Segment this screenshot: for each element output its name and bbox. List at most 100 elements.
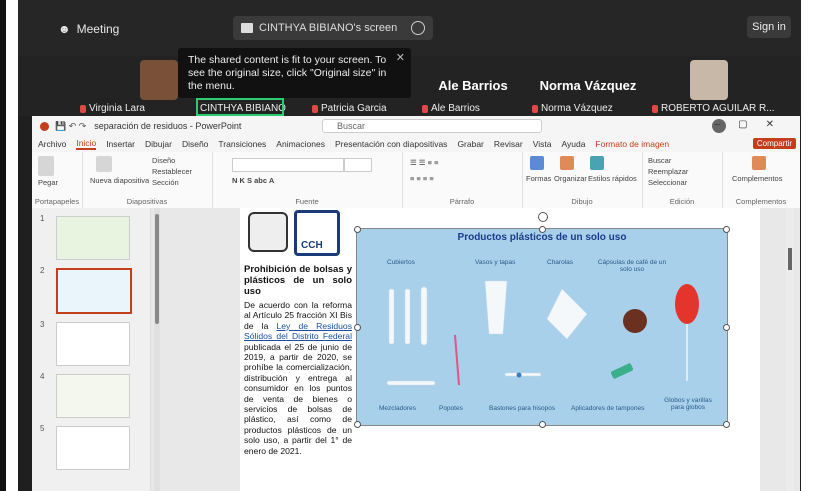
tab-dibujar[interactable]: Dibujar	[145, 139, 172, 149]
list-buttons[interactable]: ☰ ☰ ≡ ≡	[410, 158, 438, 167]
tab-inicio[interactable]: Inicio	[76, 138, 97, 150]
ribbon-tabs: Archivo Inicio Insertar Dibujar Diseño T…	[32, 136, 800, 152]
tab-insertar[interactable]: Insertar	[106, 139, 135, 149]
tab-archivo[interactable]: Archivo	[38, 139, 66, 149]
slide-body-text[interactable]: Prohibición de bolsas y plásticos de un …	[244, 264, 352, 456]
scrollbar-thumb[interactable]	[788, 248, 792, 270]
tab-formato-imagen[interactable]: Formato de imagen	[595, 139, 669, 149]
group-diapositivas: Nueva diapositiva Diseño Restablecer Sec…	[82, 152, 213, 208]
slide-number: 5	[40, 424, 45, 433]
mic-muted-icon	[312, 104, 318, 113]
meeting-label: ☻ Meeting	[58, 22, 119, 36]
slide-thumbnail[interactable]	[56, 322, 130, 366]
resize-handle[interactable]	[723, 421, 730, 428]
font-size-input[interactable]	[344, 158, 372, 172]
active-speaker-outline	[196, 98, 284, 116]
arrange-label: Organizar	[554, 174, 587, 183]
addins-icon[interactable]	[752, 156, 766, 170]
group-portapapeles: Pegar Portapapeles	[32, 152, 83, 208]
slide-thumbnail[interactable]	[56, 216, 130, 260]
participant-display-name: Norma Vázquez	[539, 78, 637, 93]
tab-grabar[interactable]: Grabar	[457, 139, 483, 149]
cch-logo: CCH	[294, 210, 340, 256]
rotate-handle[interactable]	[538, 212, 548, 222]
group-fuente: N K S abc A Fuente	[212, 152, 403, 208]
file-title: separación de residuos - PowerPoint	[94, 121, 242, 131]
slide-thumbnails: 1 2 3 4 5	[32, 208, 151, 491]
arrange-icon[interactable]	[560, 156, 574, 170]
group-label: Portapapeles	[34, 197, 80, 206]
quick-styles-icon[interactable]	[590, 156, 604, 170]
group-label: Párrafo	[449, 197, 475, 206]
group-dibujo: Formas Organizar Estilos rápidos Dibujo	[522, 152, 643, 208]
resize-handle[interactable]	[354, 226, 361, 233]
resize-handle[interactable]	[354, 324, 361, 331]
resize-handle[interactable]	[723, 324, 730, 331]
cch-logo-text: CCH	[301, 240, 323, 251]
slide-thumbnail[interactable]	[56, 374, 130, 418]
slide-thumbnail[interactable]	[56, 268, 132, 314]
participant-tile[interactable]: Norma Vázquez Norma Vázquez	[528, 56, 648, 116]
group-label: Dibujo	[571, 197, 593, 206]
close-icon[interactable]: ✕	[396, 52, 405, 65]
paste-label: Pegar	[38, 178, 59, 187]
reset-button[interactable]: Restablecer	[152, 167, 192, 176]
tab-animaciones[interactable]: Animaciones	[276, 139, 325, 149]
tab-transiciones[interactable]: Transiciones	[218, 139, 266, 149]
screen-icon	[241, 23, 253, 33]
plastics-image[interactable]: Productos plásticos de un solo uso Cubie…	[354, 226, 730, 428]
tab-options-icon[interactable]	[411, 21, 425, 35]
resize-handle[interactable]	[539, 421, 546, 428]
replace-button[interactable]: Reemplazar	[648, 167, 688, 176]
mic-muted-icon	[652, 104, 658, 113]
window-controls[interactable]: –▢✕	[715, 119, 792, 130]
find-button[interactable]: Buscar	[648, 156, 671, 165]
participant-name: Norma Vázquez	[532, 103, 613, 114]
slide-heading: Prohibición de bolsas y plásticos de un …	[244, 264, 352, 297]
font-name-input[interactable]	[232, 158, 344, 172]
tab-revisar[interactable]: Revisar	[494, 139, 523, 149]
select-button[interactable]: Seleccionar	[648, 178, 687, 187]
thumbnail-scrollbar[interactable]	[154, 208, 160, 491]
shapes-icon[interactable]	[530, 156, 544, 170]
align-buttons[interactable]: ≡ ≡ ≡ ≡	[410, 174, 434, 183]
participant-tile[interactable]: ROBERTO AGUILAR R...	[648, 56, 798, 116]
screen-tab-label: CINTHYA BIBIANO's screen	[259, 22, 398, 34]
powerpoint-logo-icon	[40, 121, 49, 131]
share-button[interactable]: Compartir	[752, 138, 796, 149]
editor-area: 1 2 3 4 5 CCH Prohibición de bolsas y pl…	[32, 208, 800, 491]
ppt-title-bar: 💾 ↶ ↷ separación de residuos - PowerPoin…	[32, 116, 800, 136]
participant-name: Patricia Garcia	[312, 103, 387, 114]
signin-button[interactable]: Sign in	[747, 16, 791, 38]
slide-scrollbar[interactable]	[786, 208, 794, 491]
shapes-label: Formas	[526, 174, 552, 183]
section-button[interactable]: Sección	[152, 178, 179, 187]
group-label: Fuente	[295, 197, 319, 206]
new-slide-label[interactable]: Nueva diapositiva	[90, 176, 149, 185]
participant-tile[interactable]: Ale Barrios Ale Barrios	[418, 56, 528, 116]
resize-handle[interactable]	[539, 226, 546, 233]
paste-icon[interactable]	[38, 156, 54, 176]
screen-share-tab[interactable]: CINTHYA BIBIANO's screen	[233, 16, 433, 40]
label-vasos: Vasos y tapas	[475, 259, 516, 266]
tab-presentacion[interactable]: Presentación con diapositivas	[335, 139, 447, 149]
search-box[interactable]: Buscar	[322, 119, 542, 133]
tooltip-text: The shared content is fit to your screen…	[188, 54, 387, 92]
quick-access-toolbar[interactable]: 💾 ↶ ↷	[55, 121, 86, 132]
format-buttons[interactable]: N K S abc A	[232, 176, 274, 185]
new-slide-icon[interactable]	[96, 156, 112, 172]
tab-vista[interactable]: Vista	[533, 139, 552, 149]
avatar	[140, 60, 178, 100]
resize-handle[interactable]	[354, 421, 361, 428]
resize-handle[interactable]	[723, 226, 730, 233]
tab-diseno[interactable]: Diseño	[182, 139, 208, 149]
paragraph-rest: publicada el 25 de junio de 2019, a part…	[244, 341, 352, 456]
slide-thumbnail[interactable]	[56, 426, 130, 470]
mic-muted-icon	[532, 104, 538, 113]
participant-name: ROBERTO AGUILAR R...	[652, 103, 775, 114]
tab-ayuda[interactable]: Ayuda	[561, 139, 585, 149]
addins-label: Complementos	[732, 174, 783, 183]
layout-button[interactable]: Diseño	[152, 156, 175, 165]
scrollbar-thumb[interactable]	[155, 214, 159, 324]
slide-canvas[interactable]: CCH Prohibición de bolsas y plásticos de…	[240, 208, 760, 491]
